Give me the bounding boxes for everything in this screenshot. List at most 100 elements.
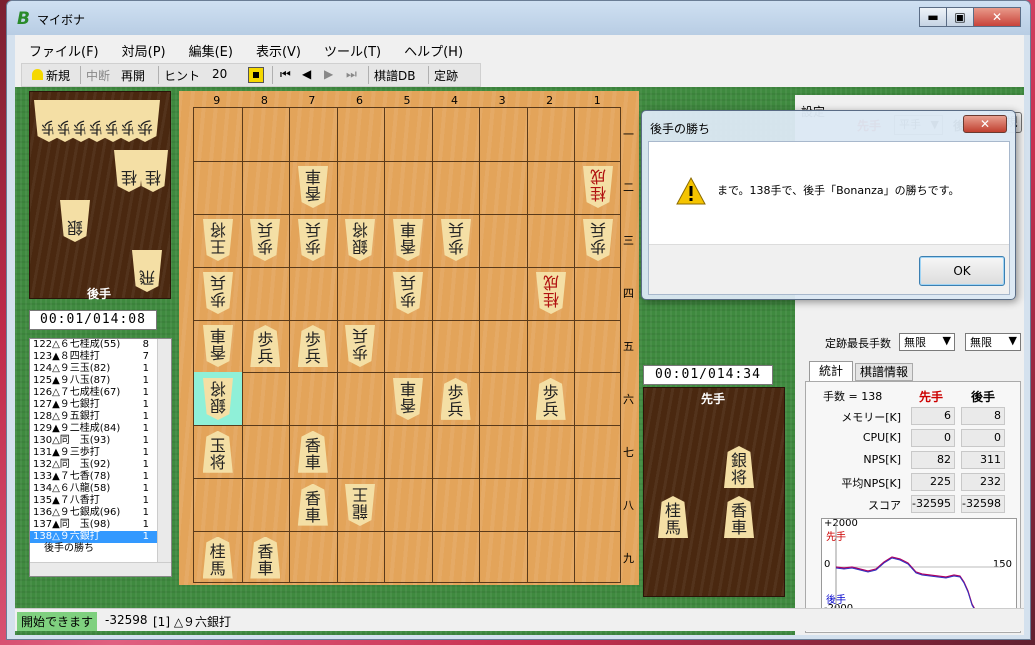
kifu-row[interactable]: 137▲同 玉(98) 1 [30, 519, 171, 531]
kifu-time: 8 [142, 339, 149, 350]
kifu-row[interactable]: 138△９六銀打 1 [30, 531, 171, 543]
stat-gote-value: -32598 [961, 495, 1005, 513]
kifu-row[interactable]: 134△６八龍(58) 1 [30, 483, 171, 495]
rank-label: 一 [623, 128, 634, 142]
kifu-db-button[interactable]: 棋譜DB [374, 67, 415, 84]
gote-piece[interactable]: 王 将 [203, 219, 233, 261]
kifu-row[interactable]: 123▲８四桂打 7 [30, 351, 171, 363]
kifu-list[interactable]: 122△６七桂成(55) 8 123▲８四桂打 7 124△９三玉(82) 1 125▲９八… [29, 338, 172, 577]
title-bar[interactable]: B マイボナ ▬ ▣ ✕ [7, 1, 1030, 35]
first-move-icon[interactable]: ⏮ [280, 67, 291, 82]
gote-piece[interactable]: 香 車 [393, 219, 423, 261]
gote-piece[interactable]: 歩 兵 [393, 272, 423, 314]
joseki-select-sente[interactable]: 無限 ▼ [899, 333, 955, 351]
gote-piece[interactable]: 歩 兵 [203, 272, 233, 314]
gote-piece[interactable]: 香 車 [393, 378, 423, 420]
status-last-move: [1] △９六銀打 [153, 615, 232, 629]
move-count: 手数 = 138 [823, 390, 883, 403]
kifu-row[interactable]: 131▲９三歩打 1 [30, 447, 171, 459]
new-game-button[interactable]: 新規 [46, 67, 70, 84]
gote-hand-piece[interactable]: 歩 [130, 100, 160, 142]
kifu-scrollbar-vertical[interactable] [157, 339, 171, 576]
shogi-board[interactable]: 987654321 一二三四五六七八九 香 車桂 成王 将歩 兵歩 兵銀 将香 … [179, 91, 639, 585]
joseki-button[interactable]: 定跡 [434, 67, 458, 84]
kifu-scrollbar-horizontal[interactable] [30, 562, 171, 576]
resume-button[interactable]: 再開 [121, 67, 145, 84]
sente-piece[interactable]: 香 車 [250, 536, 281, 579]
gote-piece[interactable]: 桂 成 [536, 272, 566, 314]
stat-label: CPU[K] [862, 431, 901, 444]
kifu-row[interactable]: 130△同 玉(93) 1 [30, 435, 171, 447]
kifu-row[interactable]: 129▲９二桂成(84) 1 [30, 423, 171, 435]
close-button[interactable]: ✕ [973, 7, 1021, 27]
kifu-row[interactable]: 133▲７七香(78) 1 [30, 471, 171, 483]
kifu-row[interactable]: 124△９三玉(82) 1 [30, 363, 171, 375]
dialog-close-button[interactable]: ✕ [963, 115, 1007, 133]
sente-piece[interactable]: 歩 兵 [297, 325, 328, 367]
kifu-move: 126△７七成桂(67) [33, 387, 121, 398]
menu-help[interactable]: ヘルプ(H) [390, 35, 472, 60]
kifu-row[interactable]: 127▲９七銀打 1 [30, 399, 171, 411]
sente-piece[interactable]: 玉 将 [202, 430, 233, 473]
kifu-row[interactable]: 後手の勝ち [30, 543, 171, 555]
stop-button[interactable]: 中断 [86, 67, 110, 84]
gote-piece[interactable]: 歩 兵 [441, 219, 471, 261]
sente-piece[interactable]: 歩 兵 [250, 325, 281, 367]
stat-label: NPS[K] [863, 453, 901, 466]
kifu-row[interactable]: 122△６七桂成(55) 8 [30, 339, 171, 351]
kifu-row[interactable]: 128△９五銀打 1 [30, 411, 171, 423]
sente-hand-piece[interactable]: 香 車 [724, 496, 754, 538]
menu-tools[interactable]: ツール(T) [310, 35, 390, 60]
gote-piece[interactable]: 桂 成 [583, 166, 613, 208]
gote-piece[interactable]: 銀 将 [203, 378, 233, 420]
board-grid[interactable]: 香 車桂 成王 将歩 兵歩 兵銀 将香 車歩 兵歩 兵歩 兵歩 兵桂 成香 車歩… [193, 107, 621, 583]
tab-kifu-info[interactable]: 棋譜情報 [855, 363, 913, 381]
sente-piece[interactable]: 香 車 [297, 430, 328, 473]
result-dialog: 後手の勝ち ✕ まで。138手で、後手「Bonanza」の勝ちです。 OK [641, 110, 1016, 300]
graph-plot [835, 522, 1002, 614]
gote-piece[interactable]: 歩 兵 [298, 219, 328, 261]
gote-piece[interactable]: 歩 兵 [583, 219, 613, 261]
tab-stats[interactable]: 統計 [809, 361, 853, 381]
gote-hand-piece[interactable]: 飛 [132, 250, 162, 292]
gote-piece[interactable]: 銀 将 [345, 219, 375, 261]
kifu-row[interactable]: 125▲９八玉(87) 1 [30, 375, 171, 387]
file-label: 1 [593, 94, 601, 107]
sente-hand-piece[interactable]: 桂 馬 [658, 496, 688, 538]
last-move-icon[interactable]: ⏭ [346, 67, 357, 82]
prev-move-icon[interactable]: ◀ [302, 67, 311, 81]
sente-piece[interactable]: 歩 兵 [440, 377, 471, 420]
hint-button[interactable]: ヒント [164, 67, 200, 84]
grid-line [479, 108, 481, 582]
gote-hand-piece[interactable]: 銀 [60, 200, 90, 242]
sente-hand-tray: 先手 銀 将香 車 桂 馬 [643, 387, 785, 597]
app-window: B マイボナ ▬ ▣ ✕ ファイル(F) 対局(P) 編集(E) 表示(V) ツール(T… [6, 0, 1031, 640]
ok-button[interactable]: OK [919, 256, 1005, 286]
menu-edit[interactable]: 編集(E) [175, 35, 242, 60]
maximize-button[interactable]: ▣ [946, 7, 974, 27]
menu-file[interactable]: ファイル(F) [15, 35, 108, 60]
gote-piece[interactable]: 香 車 [203, 325, 233, 367]
gote-piece[interactable]: 歩 兵 [345, 325, 375, 367]
sente-hand-piece[interactable]: 銀 将 [724, 446, 754, 488]
hint-depth-value[interactable]: 20 [212, 67, 227, 81]
minimize-button[interactable]: ▬ [919, 7, 947, 27]
chevron-down-icon: ▼ [1008, 334, 1017, 347]
gote-hand-piece[interactable]: 桂 [138, 150, 168, 192]
sente-piece[interactable]: 香 車 [297, 483, 328, 526]
next-move-icon[interactable]: ▶ [324, 67, 333, 81]
kifu-row[interactable]: 136△９七銀成(96) 1 [30, 507, 171, 519]
menu-view[interactable]: 表示(V) [242, 35, 310, 60]
kifu-row[interactable]: 126△７七成桂(67) 1 [30, 387, 171, 399]
kifu-move: 129▲９二桂成(84) [33, 423, 121, 434]
gote-piece[interactable]: 龍 王 [345, 484, 375, 526]
gote-piece[interactable]: 歩 兵 [250, 219, 280, 261]
gote-piece[interactable]: 香 車 [298, 166, 328, 208]
joseki-select-gote[interactable]: 無限 ▼ [965, 333, 1021, 351]
kifu-row[interactable]: 135▲７八香打 1 [30, 495, 171, 507]
stop-hint-icon[interactable] [248, 67, 264, 83]
kifu-row[interactable]: 132△同 玉(92) 1 [30, 459, 171, 471]
sente-piece[interactable]: 桂 馬 [202, 536, 233, 579]
menu-game[interactable]: 対局(P) [108, 35, 175, 60]
sente-piece[interactable]: 歩 兵 [535, 377, 566, 420]
